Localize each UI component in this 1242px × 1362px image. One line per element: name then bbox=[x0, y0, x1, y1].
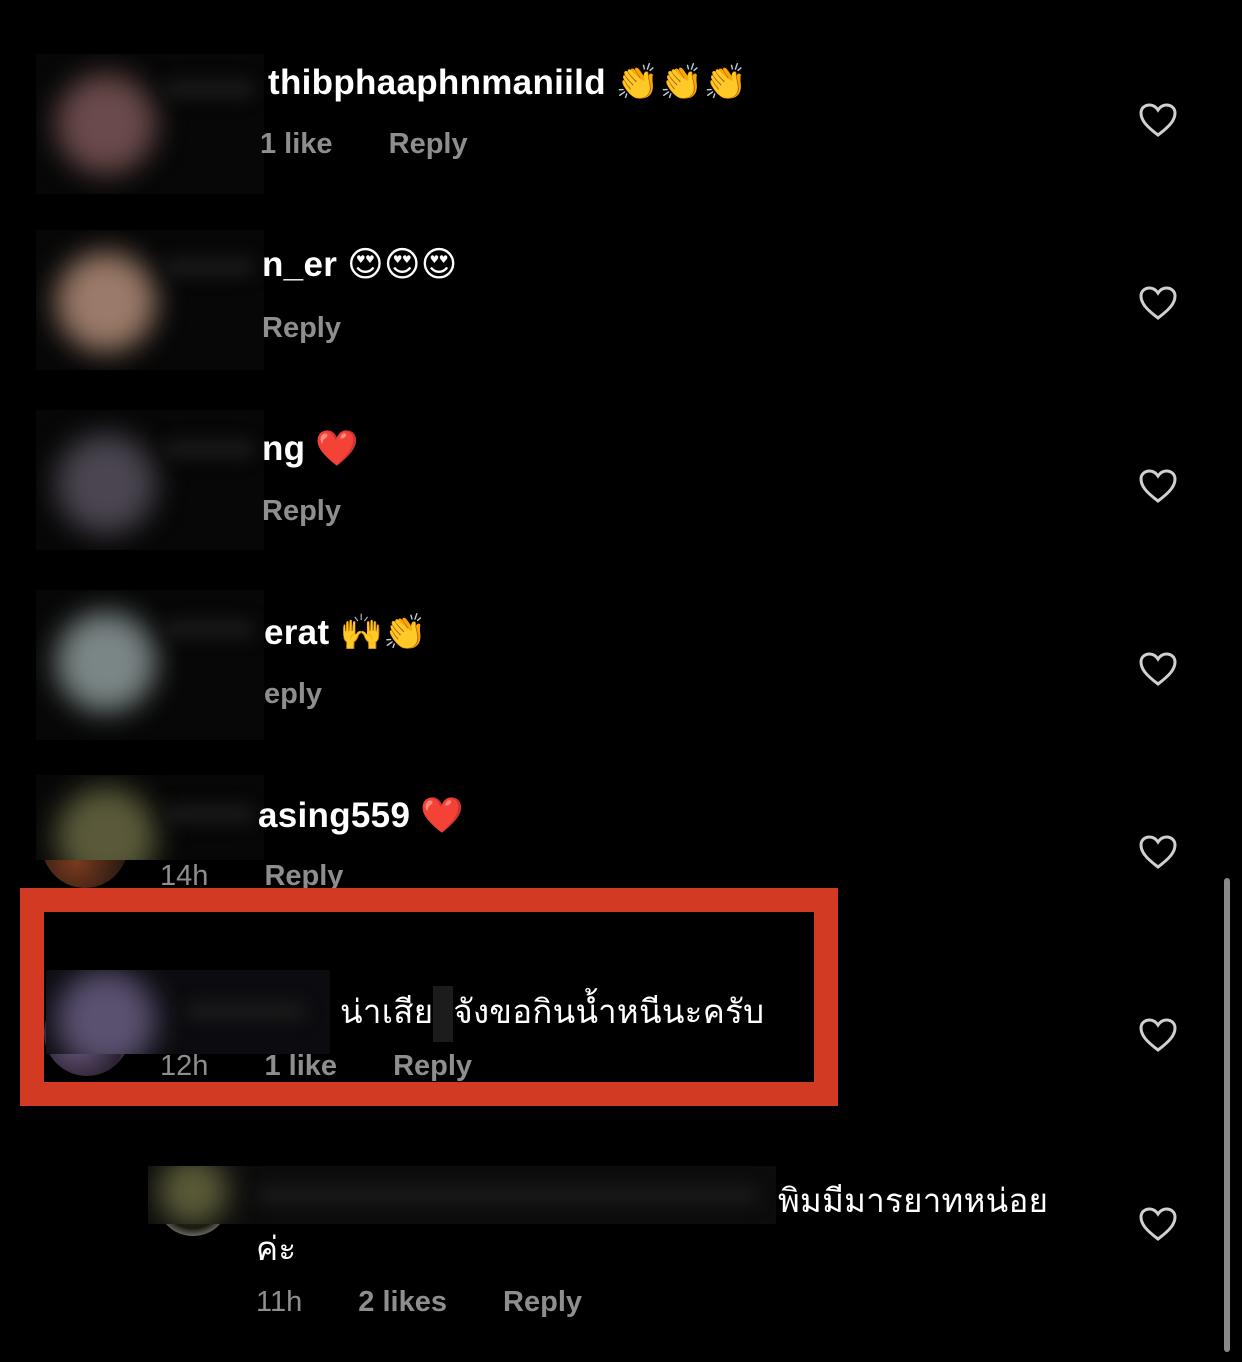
reply-button[interactable]: Reply bbox=[393, 1050, 472, 1082]
comment-time: 11h bbox=[256, 1286, 303, 1318]
comment-meta: eply bbox=[264, 678, 322, 711]
scrollbar[interactable] bbox=[1224, 878, 1230, 1352]
comment-text: พิมมีมารยาทหน่อย bbox=[778, 1181, 1049, 1220]
comment-meta: 1 like Reply bbox=[260, 128, 468, 161]
redacted-word bbox=[433, 985, 454, 1042]
like-heart-icon[interactable] bbox=[1138, 102, 1178, 138]
redacted-user-block bbox=[36, 410, 264, 550]
like-count[interactable]: 1 like bbox=[264, 1050, 337, 1082]
like-count[interactable]: 2 likes bbox=[358, 1286, 447, 1318]
comment-text: erat 🙌👏 bbox=[264, 613, 428, 653]
like-count[interactable]: 1 like bbox=[260, 128, 333, 160]
comment-text: ng ❤️ bbox=[262, 429, 360, 469]
reply-button[interactable]: Reply bbox=[262, 312, 341, 344]
comment-text: น่าเสีย จังขอกินน้ำหนีนะครับ bbox=[340, 985, 764, 1042]
comment-text: n_er 😍😍😍 bbox=[262, 245, 458, 285]
reply-button[interactable]: Reply bbox=[389, 128, 468, 160]
comment-meta: Reply bbox=[262, 495, 341, 528]
like-heart-icon[interactable] bbox=[1138, 285, 1178, 321]
comment-meta: 11h 2 likes Reply bbox=[256, 1286, 582, 1319]
redacted-user-block bbox=[36, 54, 264, 194]
redacted-user-block bbox=[148, 1166, 776, 1224]
like-heart-icon[interactable] bbox=[1138, 834, 1178, 870]
like-heart-icon[interactable] bbox=[1138, 651, 1178, 687]
comment-time: 12h bbox=[160, 1050, 209, 1082]
like-heart-icon[interactable] bbox=[1138, 1017, 1178, 1053]
reply-button[interactable]: Reply bbox=[503, 1286, 582, 1318]
redacted-user-block bbox=[36, 230, 264, 370]
like-heart-icon[interactable] bbox=[1138, 468, 1178, 504]
reply-button[interactable]: Reply bbox=[262, 495, 341, 527]
comment-text: asing559 ❤️ bbox=[258, 796, 465, 836]
comment-text-continued: ค่ะ bbox=[256, 1229, 297, 1268]
redacted-user-block bbox=[46, 970, 330, 1054]
redacted-user-block bbox=[36, 775, 264, 860]
reply-button[interactable]: eply bbox=[264, 678, 322, 710]
like-heart-icon[interactable] bbox=[1138, 1206, 1178, 1242]
comment-text: thibphaaphnmaniild 👏👏👏 bbox=[268, 63, 748, 103]
comment-meta: Reply bbox=[262, 312, 341, 345]
redacted-user-block bbox=[36, 590, 264, 740]
comment-meta: 12h 1 like Reply bbox=[160, 1050, 472, 1083]
